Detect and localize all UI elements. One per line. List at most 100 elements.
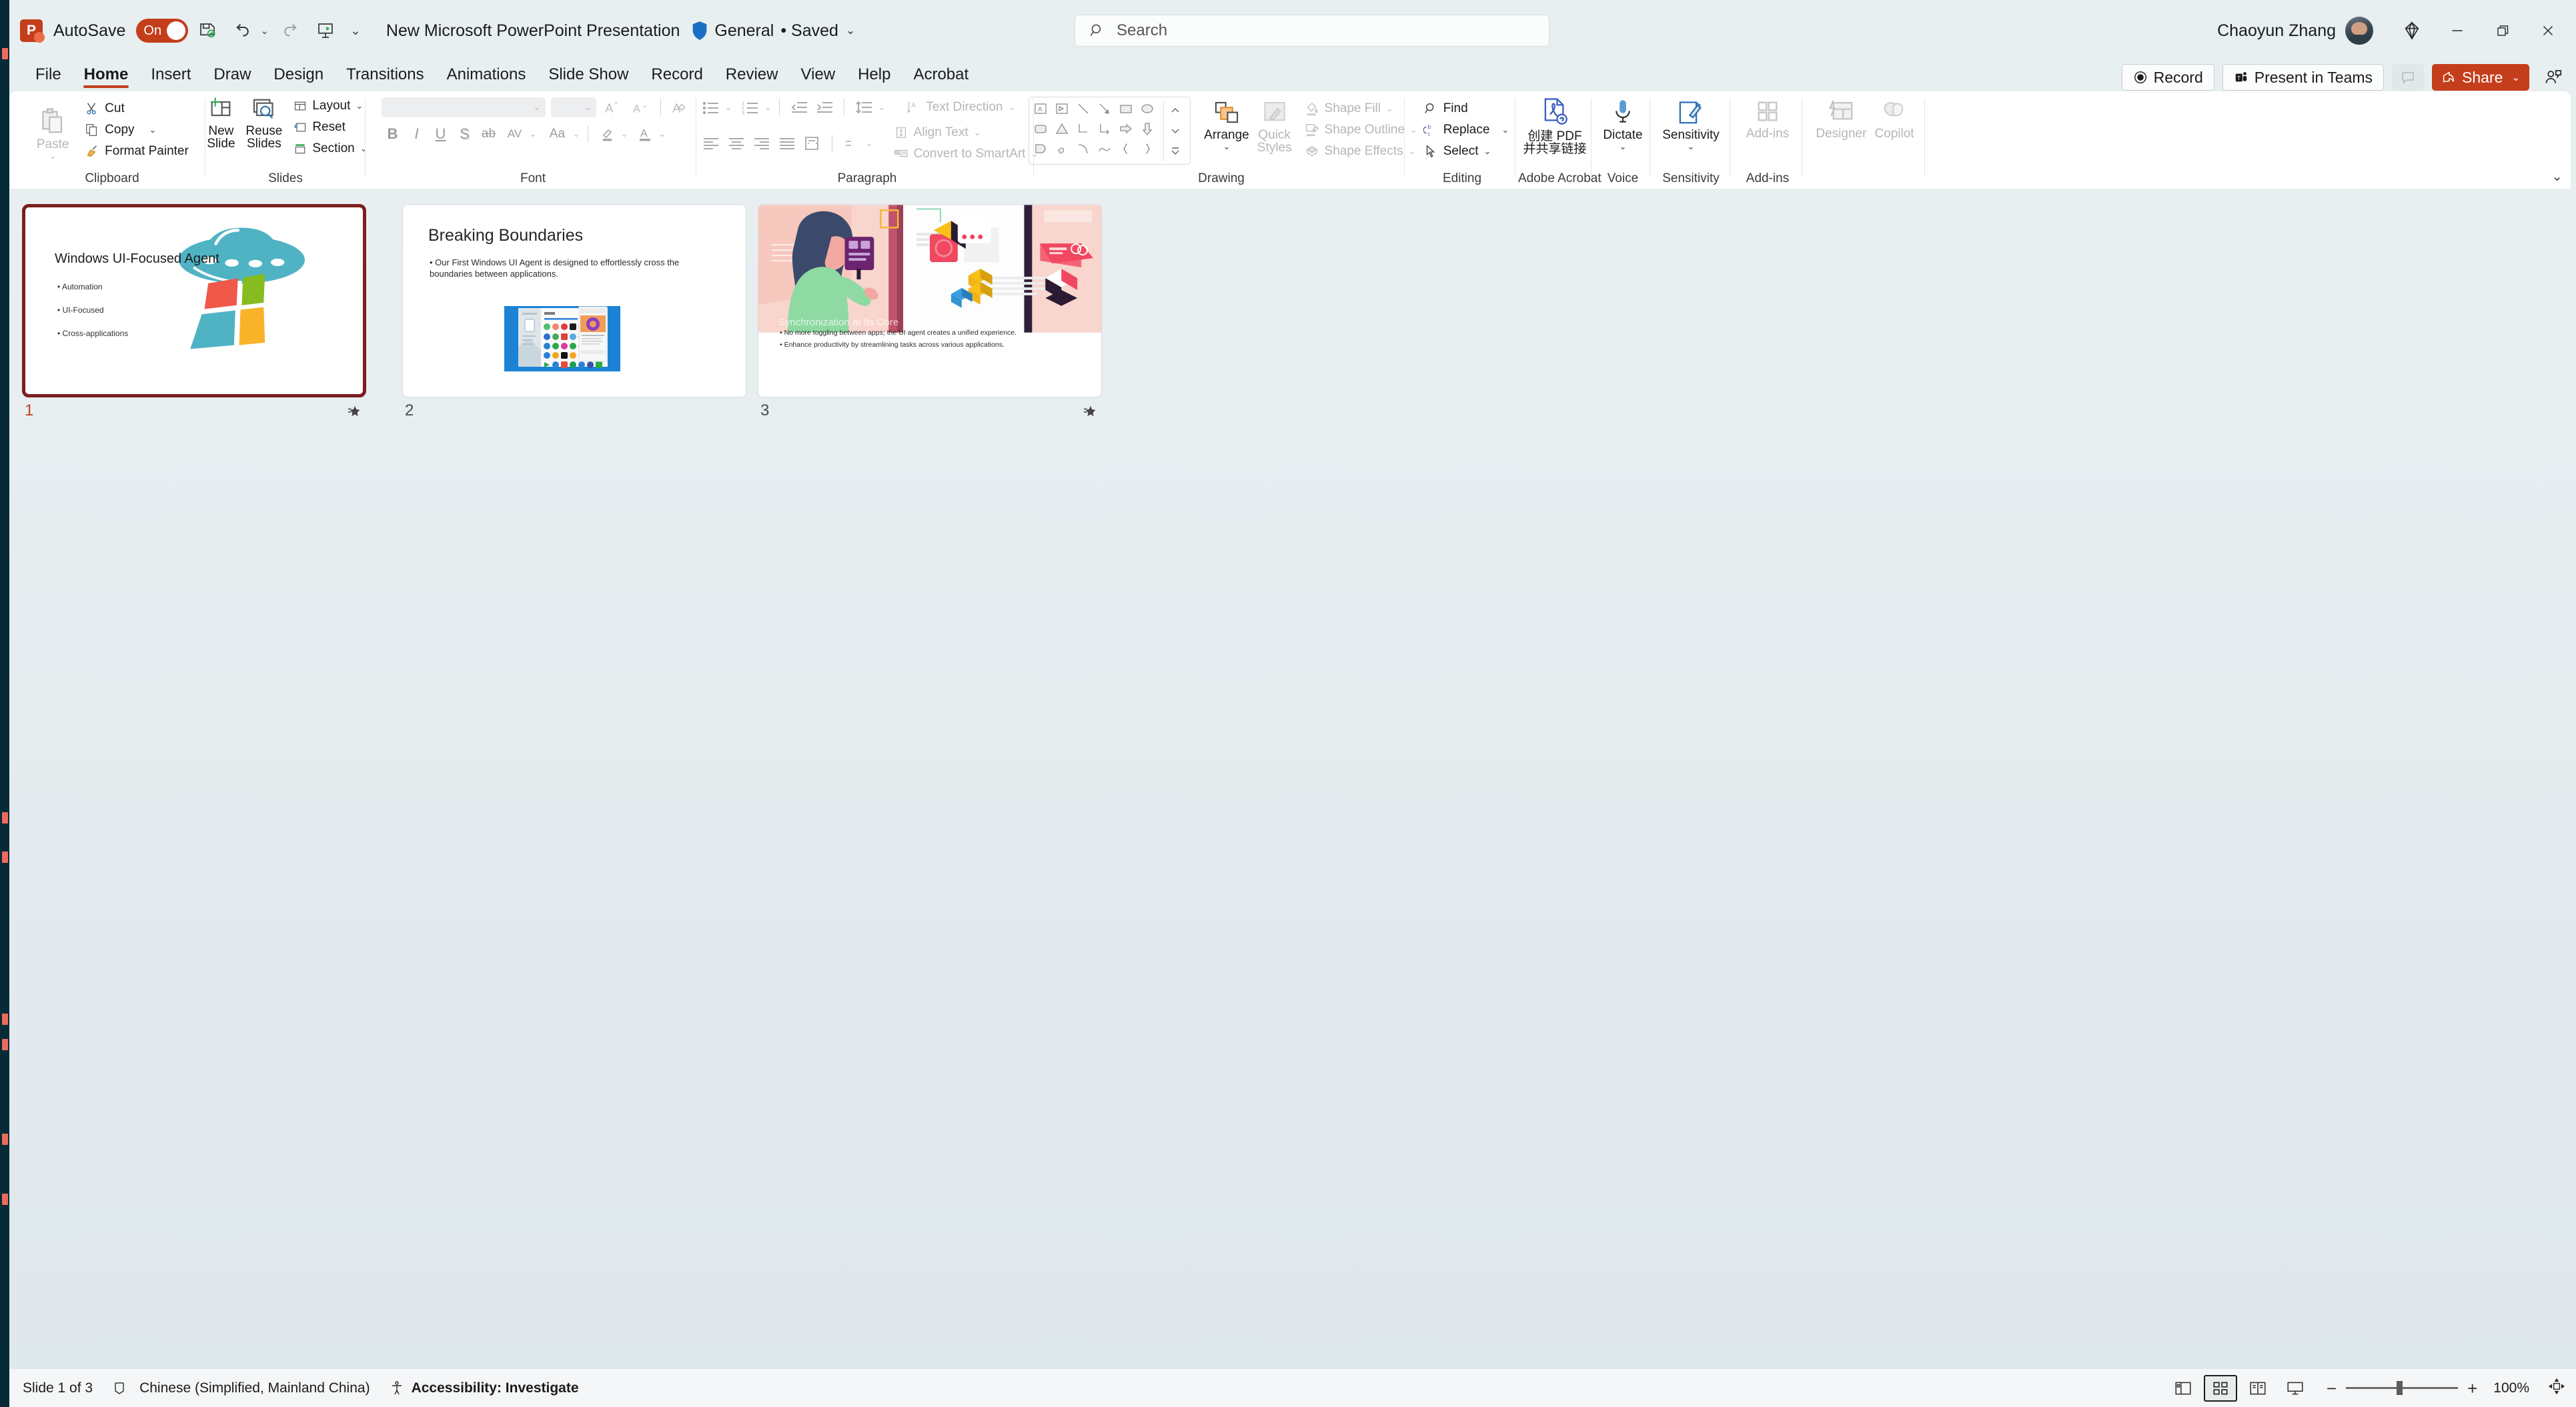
undo-dropdown-icon[interactable]: ⌄ bbox=[257, 25, 271, 37]
underline-button[interactable]: U bbox=[430, 123, 452, 145]
present-in-teams-button[interactable]: T Present in Teams bbox=[2222, 64, 2385, 91]
font-name-input[interactable]: ⌄ bbox=[381, 97, 546, 117]
shape-triangle-icon[interactable] bbox=[1054, 121, 1075, 141]
section-button[interactable]: Section ⌄ bbox=[290, 138, 370, 159]
sensitivity-button[interactable]: Sensitivity ⌄ bbox=[1658, 97, 1724, 153]
replace-chevron-icon[interactable]: ⌄ bbox=[1501, 125, 1509, 135]
line-spacing-button[interactable] bbox=[852, 97, 875, 118]
record-button[interactable]: Record bbox=[2121, 64, 2214, 91]
italic-button[interactable]: I bbox=[406, 123, 428, 145]
text-direction-chevron-icon[interactable]: ⌄ bbox=[1008, 102, 1015, 113]
search-input[interactable]: Search bbox=[1075, 15, 1549, 47]
bullets-button[interactable] bbox=[700, 97, 722, 118]
tab-help[interactable]: Help bbox=[846, 61, 902, 91]
redo-icon[interactable] bbox=[275, 15, 306, 46]
shape-scribble-icon[interactable] bbox=[1054, 141, 1075, 161]
justify-button[interactable] bbox=[776, 133, 798, 154]
tab-animations[interactable]: Animations bbox=[436, 61, 538, 91]
character-spacing-chevron-icon[interactable]: ⌄ bbox=[530, 129, 537, 139]
share-person-icon[interactable] bbox=[2537, 64, 2569, 91]
designer-button[interactable]: Designer bbox=[1812, 97, 1870, 141]
shape-oval-icon[interactable] bbox=[1139, 101, 1161, 121]
zoom-slider-thumb[interactable] bbox=[2397, 1381, 2403, 1395]
text-shadow-button[interactable]: S bbox=[454, 123, 476, 145]
line-spacing-chevron-icon[interactable]: ⌄ bbox=[878, 102, 885, 113]
minimize-button[interactable] bbox=[2435, 10, 2480, 51]
arrange-chevron-icon[interactable]: ⌄ bbox=[1223, 141, 1231, 152]
smartart-layout-chevron-icon[interactable]: ⌄ bbox=[866, 138, 873, 149]
document-menu-chevron-icon[interactable]: ⌄ bbox=[846, 24, 855, 37]
replace-button[interactable]: b c Replace ⌄ bbox=[1420, 119, 1513, 141]
save-icon[interactable] bbox=[192, 15, 223, 46]
add-ins-button[interactable]: Add-ins bbox=[1742, 97, 1793, 141]
align-text-button[interactable]: Align Text ⌄ bbox=[890, 122, 1042, 143]
section-chevron-icon[interactable]: ⌄ bbox=[360, 143, 368, 154]
numbering-button[interactable]: 1 2 3 bbox=[739, 97, 762, 118]
text-highlight-button[interactable] bbox=[596, 123, 619, 145]
quick-styles-button[interactable]: Quick Styles bbox=[1253, 99, 1296, 155]
tab-transitions[interactable]: Transitions bbox=[335, 61, 435, 91]
shape-effects-button[interactable]: Shape Effects ⌄ bbox=[1301, 141, 1421, 162]
copilot-button[interactable]: Copilot bbox=[1870, 97, 1918, 141]
shape-rectangle-icon[interactable] bbox=[1118, 101, 1139, 121]
copy-button[interactable]: Copy ⌄ bbox=[81, 119, 192, 141]
numbering-chevron-icon[interactable]: ⌄ bbox=[764, 102, 772, 113]
diamond-icon[interactable] bbox=[2389, 10, 2435, 51]
font-size-chevron-icon[interactable]: ⌄ bbox=[584, 102, 592, 113]
slide-thumbnail-2[interactable]: Breaking Boundaries Our First Windows UI… bbox=[402, 204, 746, 419]
zoom-percent[interactable]: 100% bbox=[2493, 1380, 2529, 1396]
shape-right-arrow-icon[interactable] bbox=[1118, 121, 1139, 141]
tab-record[interactable]: Record bbox=[640, 61, 714, 91]
align-right-button[interactable] bbox=[750, 133, 773, 154]
shape-fill-button[interactable]: Shape Fill ⌄ bbox=[1301, 98, 1421, 119]
arrange-button[interactable]: Arrange ⌄ bbox=[1200, 99, 1253, 153]
slide-count-status[interactable]: Slide 1 of 3 bbox=[23, 1380, 93, 1396]
undo-icon[interactable] bbox=[227, 15, 257, 46]
align-center-button[interactable] bbox=[725, 133, 748, 154]
font-name-chevron-icon[interactable]: ⌄ bbox=[534, 102, 541, 113]
character-spacing-button[interactable]: AV bbox=[502, 123, 528, 145]
change-case-chevron-icon[interactable]: ⌄ bbox=[572, 129, 580, 139]
font-color-button[interactable]: A bbox=[634, 123, 657, 145]
increase-indent-button[interactable] bbox=[813, 97, 836, 118]
slide-1-surface[interactable]: Windows UI-Focused Agent Automation UI-F… bbox=[22, 204, 366, 397]
close-button[interactable] bbox=[2525, 10, 2571, 51]
shape-line-icon[interactable] bbox=[1075, 101, 1097, 121]
slide-thumbnail-1[interactable]: Windows UI-Focused Agent Automation UI-F… bbox=[22, 204, 366, 419]
fit-to-window-button[interactable] bbox=[2548, 1378, 2565, 1398]
shape-arrow-box-icon[interactable] bbox=[1054, 101, 1075, 121]
customize-quick-access-icon[interactable]: ⌄ bbox=[348, 23, 364, 39]
sensitivity-label[interactable]: General bbox=[714, 21, 774, 41]
slide-show-button[interactable] bbox=[2279, 1375, 2312, 1402]
convert-to-smartart-button[interactable]: Convert to SmartArt ⌄ bbox=[890, 143, 1042, 165]
slide-sorter-view-button[interactable] bbox=[2203, 1374, 2237, 1402]
shape-curve-icon[interactable] bbox=[1097, 141, 1118, 161]
tab-view[interactable]: View bbox=[790, 61, 847, 91]
dictate-chevron-icon[interactable]: ⌄ bbox=[1620, 141, 1627, 152]
text-highlight-chevron-icon[interactable]: ⌄ bbox=[620, 129, 628, 139]
shapes-gallery[interactable]: A bbox=[1029, 97, 1191, 165]
layout-chevron-icon[interactable]: ⌄ bbox=[356, 101, 363, 111]
align-left-button[interactable] bbox=[700, 133, 722, 154]
create-pdf-and-share-link-button[interactable]: 创建 PDF 并共享链接 bbox=[1519, 95, 1590, 157]
zoom-slider[interactable] bbox=[2346, 1381, 2459, 1395]
shape-right-brace-icon[interactable] bbox=[1139, 141, 1161, 161]
cut-button[interactable]: Cut bbox=[81, 98, 192, 119]
change-case-button[interactable]: Aa bbox=[543, 123, 571, 145]
paste-button[interactable]: Paste ⌄ bbox=[32, 106, 73, 163]
align-text-chevron-icon[interactable]: ⌄ bbox=[974, 127, 981, 138]
user-name[interactable]: Chaoyun Zhang bbox=[2217, 21, 2336, 41]
start-presentation-icon[interactable] bbox=[310, 15, 341, 46]
font-size-input[interactable]: ⌄ bbox=[550, 97, 596, 117]
shapes-scroll-up-icon[interactable] bbox=[1164, 101, 1187, 121]
clear-formatting-button[interactable]: A bbox=[669, 97, 692, 118]
smartart-layout-button[interactable] bbox=[840, 133, 863, 154]
shapes-more-icon[interactable] bbox=[1164, 141, 1187, 161]
select-button[interactable]: Select ⌄ bbox=[1420, 141, 1513, 162]
tab-insert[interactable]: Insert bbox=[139, 61, 202, 91]
font-color-chevron-icon[interactable]: ⌄ bbox=[658, 129, 666, 139]
shape-elbow-connector-icon[interactable] bbox=[1075, 121, 1097, 141]
restore-button[interactable] bbox=[2480, 10, 2525, 51]
tab-draw[interactable]: Draw bbox=[202, 61, 262, 91]
tab-acrobat[interactable]: Acrobat bbox=[902, 61, 980, 91]
